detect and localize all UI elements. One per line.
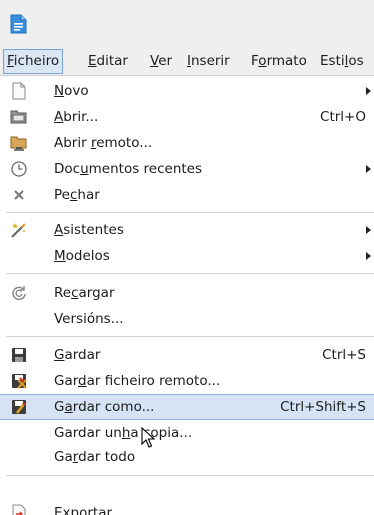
menu-ficheiro[interactable]: Ficheiro bbox=[3, 49, 64, 74]
menu-item-gardar[interactable]: Gardar Ctrl+S bbox=[0, 342, 374, 368]
menu-bar: Ficheiro Editar Ver Inserir Formato Esti… bbox=[0, 48, 374, 76]
menu-item-novo[interactable]: Novo bbox=[0, 78, 374, 104]
menu-item-label: Gardar bbox=[54, 347, 101, 363]
menu-item-label: Abrir... bbox=[54, 109, 99, 125]
menu-estilos[interactable]: Estilos bbox=[319, 50, 365, 73]
menu-item-label: Recargar bbox=[54, 285, 115, 301]
menu-item-label: Abrir remoto... bbox=[54, 135, 153, 151]
shortcut-label: Ctrl+Shift+S bbox=[280, 399, 366, 415]
submenu-arrow-icon bbox=[366, 226, 371, 234]
menu-item-label: Exportar bbox=[54, 505, 113, 515]
menu-item-label: Documentos recentes bbox=[54, 161, 203, 177]
open-remote-icon bbox=[10, 136, 27, 151]
submenu-arrow-icon bbox=[366, 87, 371, 95]
menu-separator bbox=[6, 273, 374, 274]
new-document-icon bbox=[12, 82, 26, 100]
menu-item-gardar-copia[interactable]: Gardar unha copia... bbox=[0, 420, 374, 446]
save-remote-icon bbox=[12, 374, 27, 389]
save-as-icon bbox=[12, 400, 26, 414]
menu-separator bbox=[6, 475, 374, 476]
menu-editar[interactable]: Editar bbox=[87, 50, 129, 73]
menu-item-label: Gardar todo bbox=[54, 449, 136, 465]
menu-item-label: Asistentes bbox=[54, 222, 124, 238]
menu-item-modelos[interactable]: Modelos bbox=[0, 243, 374, 269]
menu-inserir[interactable]: Inserir bbox=[186, 50, 231, 73]
writer-document-icon bbox=[10, 14, 27, 34]
shortcut-label: Ctrl+S bbox=[322, 347, 366, 363]
shortcut-label: Ctrl+O bbox=[320, 109, 366, 125]
file-menu: Novo Abrir... Ctrl+O Abrir remoto... Doc… bbox=[0, 76, 374, 515]
menu-ver[interactable]: Ver bbox=[149, 50, 173, 73]
menu-separator bbox=[6, 212, 374, 213]
save-icon bbox=[12, 348, 26, 362]
menu-item-label: Gardar ficheiro remoto... bbox=[54, 373, 221, 389]
menu-item-label: Novo bbox=[54, 83, 89, 99]
menu-item-gardar-como[interactable]: Gardar como... Ctrl+Shift+S bbox=[0, 394, 374, 420]
menu-item-abrir[interactable]: Abrir... Ctrl+O bbox=[0, 104, 374, 130]
wizard-icon bbox=[11, 223, 26, 238]
menu-item-recargar[interactable]: Recargar bbox=[0, 280, 374, 306]
menu-item-versions[interactable]: Versións... bbox=[0, 306, 374, 332]
menu-item-abrir-remoto[interactable]: Abrir remoto... bbox=[0, 130, 374, 156]
reload-icon bbox=[12, 286, 26, 301]
menu-item-label: Gardar unha copia... bbox=[54, 425, 193, 441]
menu-item-asistentes[interactable]: Asistentes bbox=[0, 217, 374, 243]
menu-item-gardar-remoto[interactable]: Gardar ficheiro remoto... bbox=[0, 368, 374, 394]
submenu-arrow-icon bbox=[366, 165, 371, 173]
menu-item-exportar[interactable]: Exportar bbox=[0, 500, 374, 515]
menu-item-gardar-todo[interactable]: Gardar todo bbox=[0, 444, 374, 470]
menu-item-label: Versións... bbox=[54, 311, 124, 327]
mouse-pointer-icon bbox=[141, 427, 155, 448]
menu-formato[interactable]: Formato bbox=[250, 50, 308, 73]
menu-separator bbox=[6, 336, 374, 337]
submenu-arrow-icon bbox=[366, 252, 371, 260]
menu-item-label: Modelos bbox=[54, 248, 110, 264]
close-icon bbox=[14, 190, 24, 200]
title-bar bbox=[0, 0, 374, 48]
recent-documents-icon bbox=[11, 161, 27, 177]
menu-item-pechar[interactable]: Pechar bbox=[0, 182, 374, 208]
menu-item-documentos-recentes[interactable]: Documentos recentes bbox=[0, 156, 374, 182]
menu-item-label: Pechar bbox=[54, 187, 100, 203]
menu-item-label: Gardar como... bbox=[54, 399, 155, 415]
export-icon bbox=[12, 504, 26, 515]
open-folder-icon bbox=[10, 110, 27, 124]
